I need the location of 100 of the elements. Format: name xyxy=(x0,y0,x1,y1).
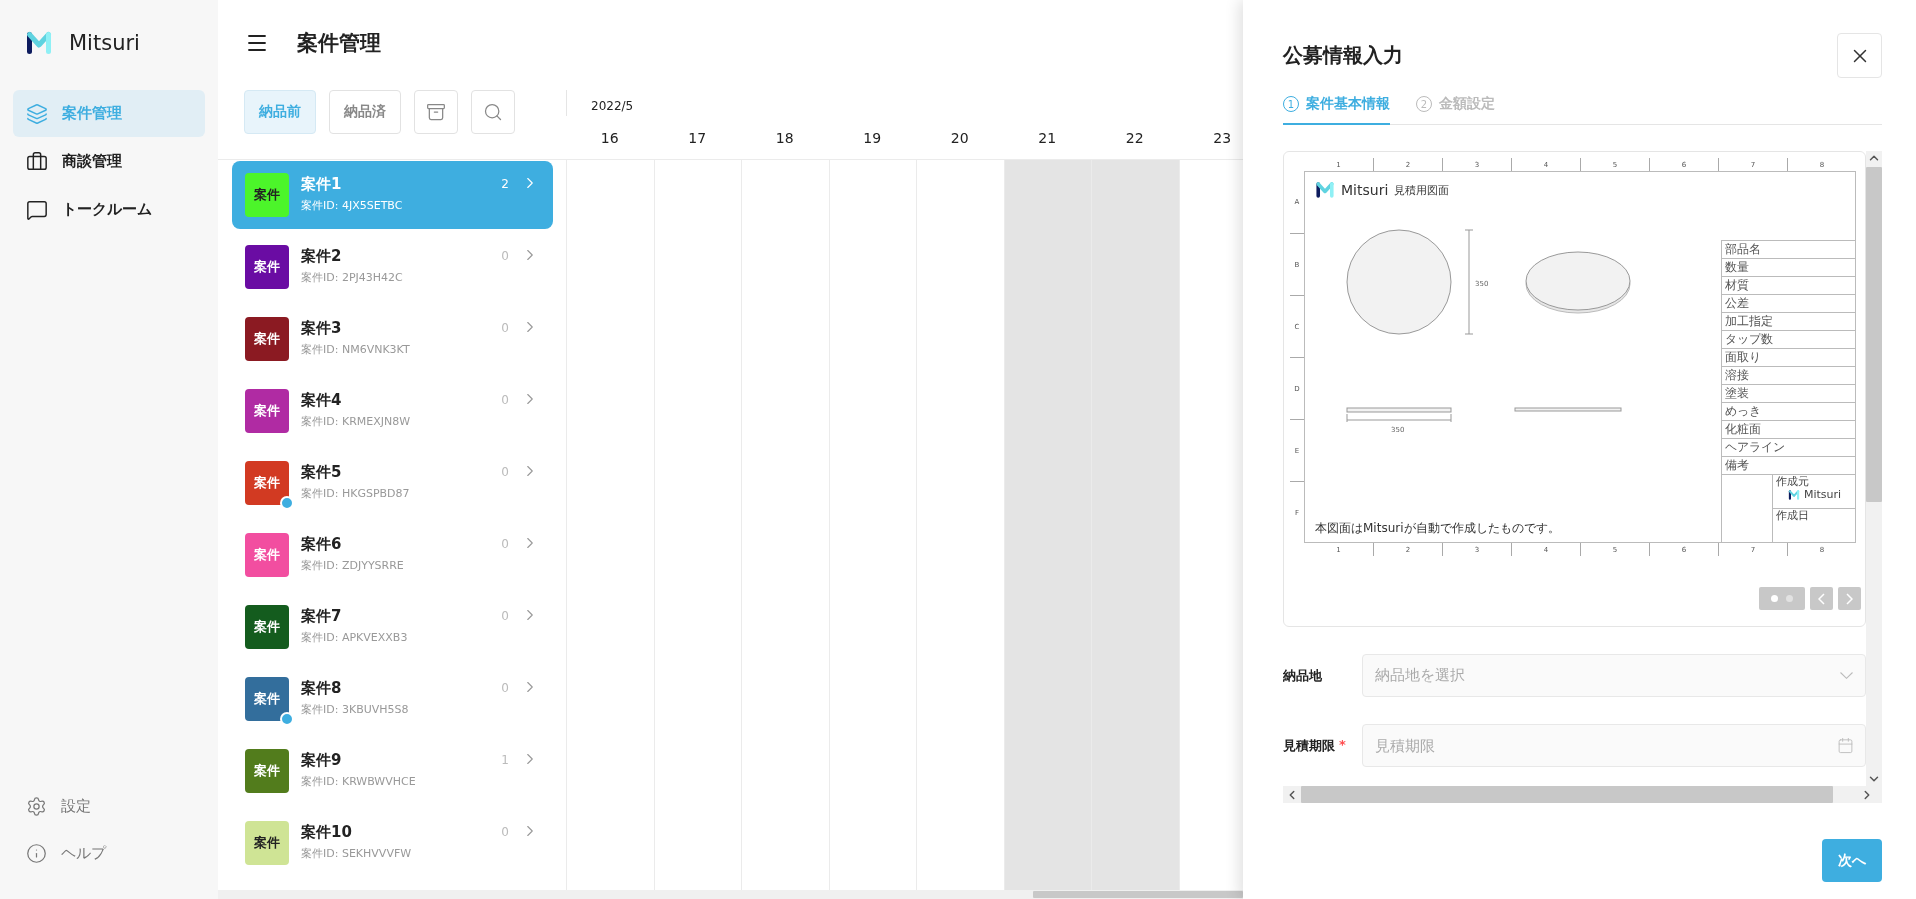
project-name: 案件9 xyxy=(301,751,343,770)
day-label: 19 xyxy=(863,129,882,146)
previous-button[interactable] xyxy=(1810,587,1833,610)
day-label: 18 xyxy=(775,129,794,146)
nav-item[interactable]: 設定 xyxy=(13,783,205,830)
search-icon xyxy=(483,102,503,122)
message-count: 0 xyxy=(501,824,509,839)
nav-item[interactable]: 商談管理 xyxy=(13,138,205,185)
filter-button[interactable]: 納品済 xyxy=(329,90,401,134)
close-button[interactable] xyxy=(1837,33,1882,78)
project-row[interactable]: 案件 案件10 案件ID: SEKHVVVFW 0 xyxy=(232,809,553,877)
panel-title: 公募情報入力 xyxy=(1283,42,1403,69)
project-name: 案件2 xyxy=(301,247,343,266)
project-row[interactable]: 案件 案件2 案件ID: 2PJ43H42C 0 xyxy=(232,233,553,301)
field-label: 納品地 xyxy=(1283,666,1323,685)
project-id: 案件ID: HKGSPBD87 xyxy=(301,486,411,501)
project-id: 案件ID: 3KBUVH5S8 xyxy=(301,702,410,717)
chevron-right-icon xyxy=(1846,592,1853,605)
project-id: 案件ID: 2PJ43H42C xyxy=(301,270,404,285)
archive-button[interactable] xyxy=(414,90,458,134)
spec-table-cell: めっき xyxy=(1721,401,1855,420)
project-id: 案件ID: ZDJYYSRRE xyxy=(301,558,405,573)
page-dot[interactable] xyxy=(1771,595,1778,602)
project-row[interactable]: 案件 案件9 案件ID: KRWBWVHCE 1 xyxy=(232,737,553,805)
archive-box-icon xyxy=(426,102,446,122)
project-name: 案件4 xyxy=(301,391,343,410)
project-row[interactable]: 案件 案件3 案件ID: NM6VNK3KT 0 xyxy=(232,305,553,373)
project-row[interactable]: 案件 案件7 案件ID: APKVEXXB3 0 xyxy=(232,593,553,661)
field-label: 見積期限 * xyxy=(1283,736,1347,755)
sheet-note: 本図面はMitsuriが自動で作成したものです。 xyxy=(1315,520,1561,537)
day-label: 16 xyxy=(600,129,619,146)
project-tag: 案件 xyxy=(245,821,289,865)
project-name: 案件7 xyxy=(301,607,343,626)
project-id: 案件ID: NM6VNK3KT xyxy=(301,342,411,357)
project-id: 案件ID: APKVEXXB3 xyxy=(301,630,409,645)
spec-table-cell: 材質 xyxy=(1721,275,1855,294)
author-logo-icon xyxy=(1788,488,1800,501)
project-id: 案件ID: KRWBWVHCE xyxy=(301,774,417,789)
project-tag: 案件 xyxy=(245,317,289,361)
date-label: 作成日 xyxy=(1776,510,1810,523)
day-label: 23 xyxy=(1213,129,1232,146)
required-mark: * xyxy=(1339,736,1346,754)
sheet-title: 見積用図面 xyxy=(1394,182,1450,198)
nav-item[interactable]: トークルーム xyxy=(13,186,205,233)
author-label: 作成元 xyxy=(1776,475,1810,488)
spec-table-cell: タップ数 xyxy=(1721,329,1855,348)
search-button[interactable] xyxy=(471,90,515,134)
spec-table-cell: 化粧面 xyxy=(1721,419,1855,438)
next-image-button[interactable] xyxy=(1838,587,1861,610)
spec-table-cell: 溶接 xyxy=(1721,365,1855,384)
info-icon xyxy=(26,843,47,864)
spec-table-cell: 数量 xyxy=(1721,257,1855,276)
project-tag: 案件 xyxy=(245,749,289,793)
project-id: 案件ID: 4JX5SETBC xyxy=(301,198,404,213)
project-name: 案件1 xyxy=(301,175,343,194)
spec-table-cell: ヘアライン xyxy=(1721,437,1855,456)
project-tag: 案件 xyxy=(245,173,289,217)
settings-icon xyxy=(26,796,47,817)
chevron-left-icon xyxy=(1818,592,1825,605)
project-tag: 案件 xyxy=(245,245,289,289)
day-label: 20 xyxy=(950,129,969,146)
spec-table-cell: 部品名 xyxy=(1721,239,1855,258)
project-row[interactable]: 案件 案件4 案件ID: KRMEXJN8W 0 xyxy=(232,377,553,445)
day-label: 17 xyxy=(688,129,707,146)
logo-icon xyxy=(25,29,53,57)
date-field[interactable]: 見積期限 xyxy=(1362,724,1866,767)
brand-name: Mitsuri xyxy=(69,31,140,55)
nav-item[interactable]: ヘルプ xyxy=(13,830,205,877)
sheet-logo-icon xyxy=(1315,180,1335,200)
project-row[interactable]: 案件 案件5 案件ID: HKGSPBD87 0 xyxy=(232,449,553,517)
project-tag: 案件 xyxy=(245,389,289,433)
layers-icon xyxy=(26,102,48,125)
page-dot[interactable] xyxy=(1786,595,1793,602)
chat-bubble-icon xyxy=(26,198,48,221)
message-count: 1 xyxy=(501,752,509,767)
spec-table-cell: 公差 xyxy=(1721,293,1855,312)
project-tag: 案件 xyxy=(245,533,289,577)
spec-table-cell: 加工指定 xyxy=(1721,311,1855,330)
page-title: 案件管理 xyxy=(297,30,381,57)
spec-table-cell: 塗装 xyxy=(1721,383,1855,402)
project-id: 案件ID: SEKHVVVFW xyxy=(301,846,413,861)
day-label: 21 xyxy=(1038,129,1057,146)
message-count: 0 xyxy=(501,536,509,551)
project-row[interactable]: 案件 案件6 案件ID: ZDJYYSRRE 0 xyxy=(232,521,553,589)
project-name: 案件10 xyxy=(301,823,353,842)
message-count: 0 xyxy=(501,680,509,695)
spec-table-cell: 備考 xyxy=(1721,455,1855,474)
briefcase-icon xyxy=(26,150,48,173)
day-label: 22 xyxy=(1125,129,1144,146)
project-name: 案件6 xyxy=(301,535,343,554)
message-count: 0 xyxy=(501,392,509,407)
project-tag: 案件 xyxy=(245,605,289,649)
spec-table-cell: 面取り xyxy=(1721,347,1855,366)
project-name: 案件5 xyxy=(301,463,343,482)
project-id: 案件ID: KRMEXJN8W xyxy=(301,414,412,429)
message-count: 0 xyxy=(501,608,509,623)
project-row[interactable]: 案件 案件1 案件ID: 4JX5SETBC 2 xyxy=(232,161,553,229)
project-name: 案件3 xyxy=(301,319,343,338)
sheet-brand: Mitsuri xyxy=(1341,182,1389,198)
project-row[interactable]: 案件 案件8 案件ID: 3KBUVH5S8 0 xyxy=(232,665,553,733)
